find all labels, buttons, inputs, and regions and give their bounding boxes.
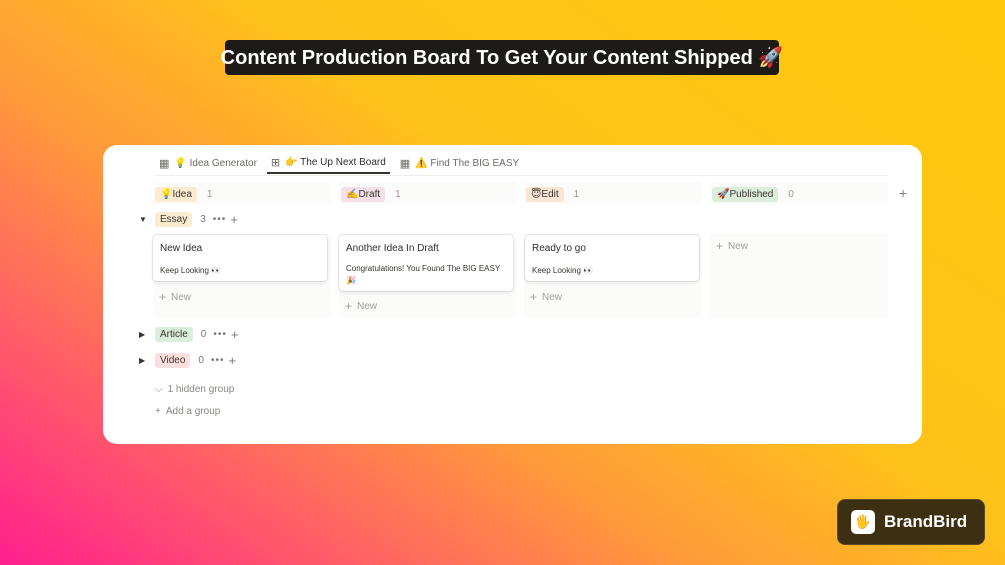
hidden-groups-toggle[interactable]: ⌵ 1 hidden group [155, 384, 234, 395]
tab-idea-generator[interactable]: ▦ 💡 Idea Generator [155, 152, 261, 174]
tab-label: 👉 The Up Next Board [285, 156, 386, 168]
card-title: Ready to go [532, 243, 586, 254]
group-count: 0 [200, 328, 207, 340]
banner-title: Content Production Board To Get Your Con… [221, 40, 783, 75]
group-label[interactable]: Video [155, 352, 191, 368]
column-count: 1 [206, 188, 213, 200]
group-label[interactable]: Essay [155, 211, 193, 227]
hand-logo-icon: 🖐 [851, 510, 875, 534]
board-card[interactable]: Another Idea In Draft Congratulations! Y… [339, 235, 513, 291]
card-subtitle: Keep Looking 👀 [532, 266, 594, 275]
tab-find-big-easy[interactable]: ▦ ⚠️ Find The BIG EASY [396, 152, 523, 174]
add-group-label: Add a group [165, 406, 221, 417]
new-label: New [357, 300, 378, 312]
new-label: New [542, 291, 563, 303]
new-card-button[interactable]: + New [345, 299, 377, 313]
brand-name: BrandBird [884, 512, 968, 531]
new-card-button[interactable]: + New [716, 239, 748, 253]
new-card-button[interactable]: + New [530, 290, 562, 304]
caret-right-icon[interactable]: ▶ [139, 330, 155, 339]
column-count: 1 [395, 188, 401, 200]
caret-down-icon[interactable]: ▼ [139, 215, 155, 224]
plus-icon: + [345, 299, 353, 313]
board-card[interactable]: Ready to go Keep Looking 👀 [525, 235, 699, 281]
status-badge: ✍️Draft [341, 186, 386, 202]
group-count: 3 [200, 213, 206, 225]
column-count: 0 [788, 188, 794, 200]
new-label: New [728, 240, 749, 252]
tab-label: 💡 Idea Generator [174, 157, 257, 169]
column-header-edit[interactable]: 😇Edit 1 [526, 183, 579, 205]
board-icon: ⊞ [270, 156, 281, 169]
new-label: New [171, 291, 192, 303]
more-icon[interactable]: ••• [213, 214, 227, 225]
board-panel: ▦ 💡 Idea Generator ⊞ 👉 The Up Next Board… [103, 145, 922, 444]
group-count: 0 [198, 354, 204, 366]
status-badge: 😇Edit [526, 186, 564, 202]
plus-icon: + [530, 290, 538, 304]
plus-icon[interactable]: + [231, 327, 239, 342]
table-icon: ▦ [159, 157, 170, 170]
column-header-draft[interactable]: ✍️Draft 1 [341, 183, 401, 205]
column-count: 1 [573, 188, 580, 200]
more-icon[interactable]: ••• [211, 355, 225, 366]
column-header-published[interactable]: 🚀Published 0 [712, 183, 794, 205]
card-subtitle: Keep Looking 👀 [160, 266, 222, 275]
group-article: ▶ Article 0 ••• + [139, 325, 238, 343]
status-badge: 🚀Published [712, 186, 779, 202]
tabs-divider [155, 175, 888, 176]
more-icon[interactable]: ••• [213, 329, 227, 340]
plus-icon: + [716, 239, 724, 253]
view-tabs: ▦ 💡 Idea Generator ⊞ 👉 The Up Next Board… [155, 152, 529, 176]
plus-icon[interactable]: + [230, 212, 238, 227]
table-icon: ▦ [399, 157, 411, 170]
card-subtitle: Congratulations! You Found The BIG EASY … [346, 264, 501, 285]
group-essay: ▼ Essay 3 ••• + [139, 210, 238, 228]
column-header-idea[interactable]: 💡Idea 1 [155, 183, 212, 205]
tab-label: ⚠️ Find The BIG EASY [415, 157, 520, 169]
board-card[interactable]: New Idea Keep Looking 👀 [153, 235, 327, 281]
tab-up-next-board[interactable]: ⊞ 👉 The Up Next Board [266, 152, 390, 174]
new-card-button[interactable]: + New [159, 290, 191, 304]
brand-badge: 🖐 BrandBird [837, 499, 985, 545]
status-badge: 💡Idea [155, 186, 197, 202]
add-column-button[interactable]: + [899, 185, 907, 201]
hidden-group-label: 1 hidden group [167, 384, 235, 395]
add-group-button[interactable]: + Add a group [155, 406, 220, 417]
group-label[interactable]: Article [155, 326, 193, 342]
card-title: Another Idea In Draft [346, 243, 439, 254]
plus-icon: + [159, 290, 167, 304]
plus-icon: + [155, 406, 161, 417]
chevron-down-icon: ⌵ [155, 384, 163, 395]
plus-icon[interactable]: + [228, 353, 236, 368]
card-title: New Idea [160, 243, 203, 254]
caret-right-icon[interactable]: ▶ [139, 356, 155, 365]
group-video: ▶ Video 0 ••• + [139, 351, 236, 369]
